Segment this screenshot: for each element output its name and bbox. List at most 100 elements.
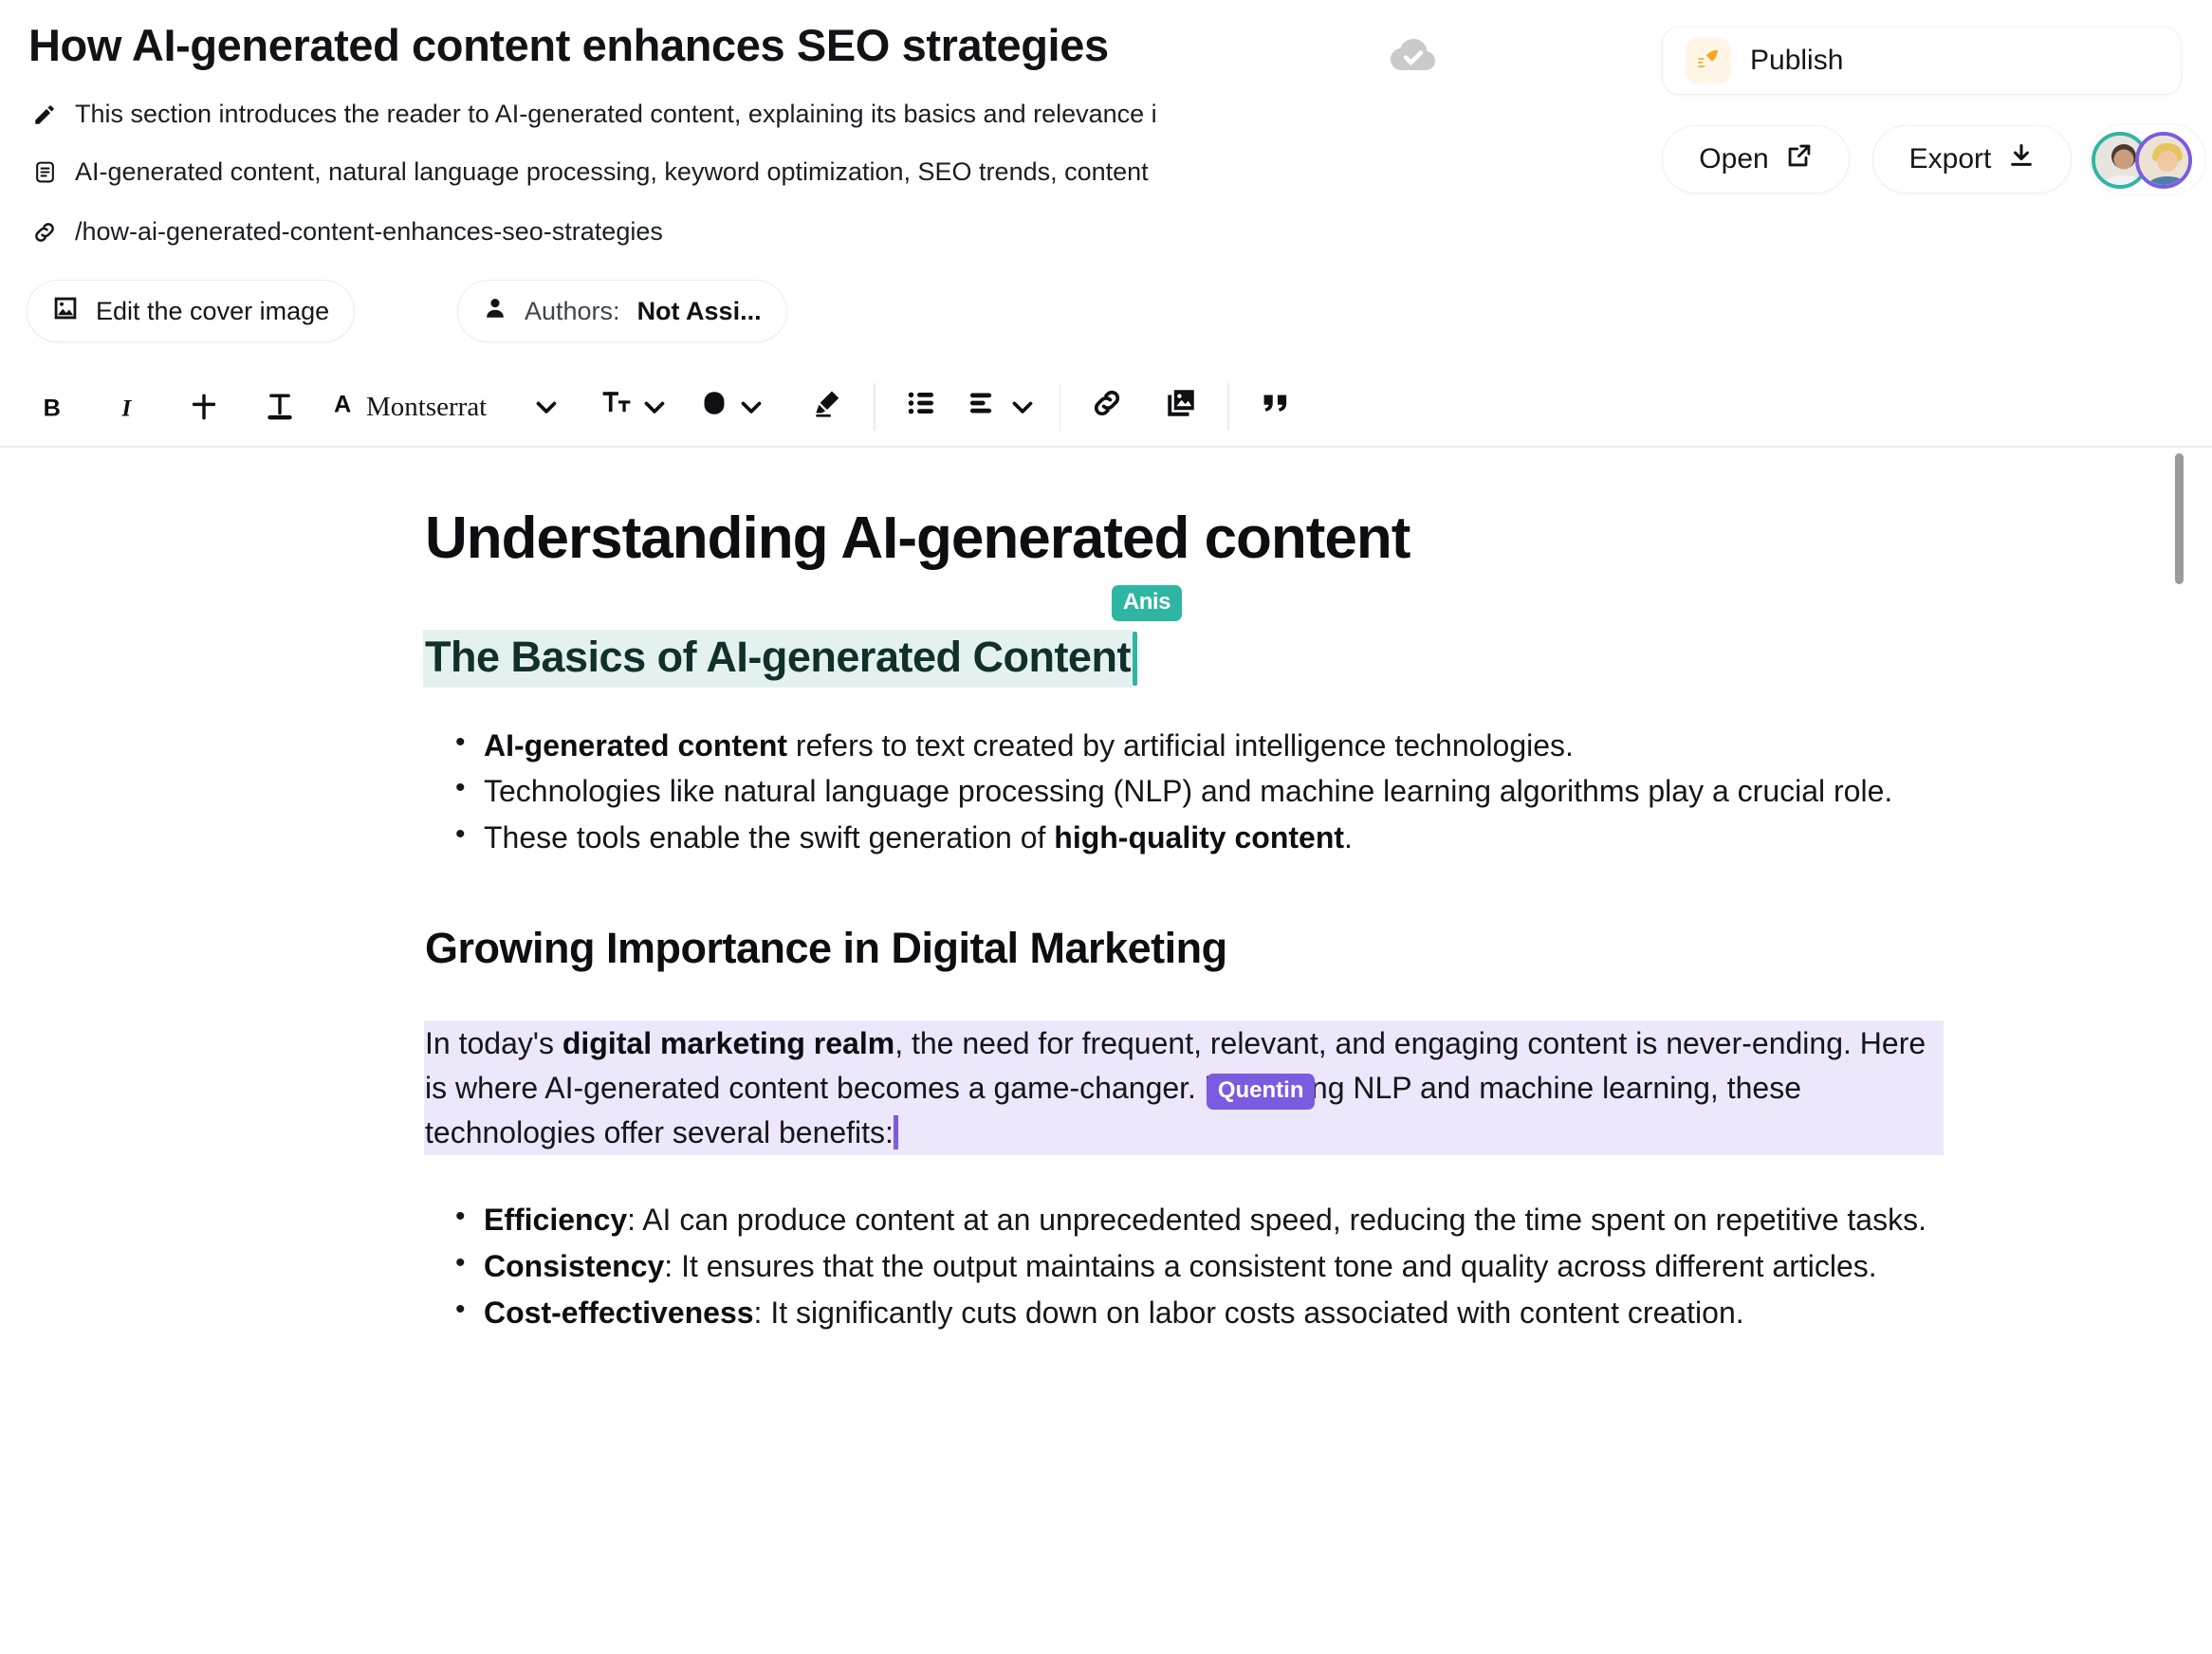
list-item[interactable]: Technologies like natural language proce… [455, 767, 1943, 814]
font-size-button[interactable] [600, 378, 671, 435]
publish-button[interactable]: Publish [1662, 27, 2182, 95]
list-item-bold: Efficiency [484, 1203, 628, 1238]
toolbar-separator [874, 383, 876, 431]
chevron-down-icon [1006, 391, 1039, 423]
bold-button[interactable]: B [27, 378, 78, 435]
chevron-down-icon [530, 391, 562, 423]
export-button[interactable]: Export [1872, 125, 2072, 193]
list-item[interactable]: These tools enable the swift generation … [455, 814, 1943, 860]
collaborator-caret-anis [1132, 632, 1137, 686]
heading-understanding[interactable]: Understanding AI-generated content [425, 505, 1943, 571]
collaborator-caret-quentin [893, 1114, 898, 1149]
meta-keywords-row[interactable]: AI-generated content, natural language p… [30, 157, 1149, 187]
formatting-toolbar: B I A Montserrat [0, 366, 2212, 448]
collaborator-label-quentin: Quentin [1206, 1073, 1316, 1110]
vertical-scrollbar[interactable] [2172, 448, 2185, 1654]
list-item[interactable]: Consistency: It ensures that the output … [455, 1242, 1943, 1289]
document-editor[interactable]: Understanding AI-generated content The B… [0, 448, 2212, 1654]
basics-bullet-list[interactable]: AI-generated content refers to text crea… [425, 722, 1943, 860]
link-icon [30, 218, 59, 247]
paragraph-digital-marketing[interactable]: In today's digital marketing realm, the … [425, 1021, 1943, 1155]
text-color-button[interactable] [699, 378, 767, 435]
user-icon [483, 296, 507, 327]
font-letter-icon: A [330, 388, 360, 426]
list-item-text: refers to text created by artificial int… [787, 727, 1574, 763]
align-left-icon [967, 387, 999, 427]
list-item-text: : It significantly cuts down on labor co… [753, 1295, 1744, 1330]
collaborator-label-anis: Anis [1111, 585, 1182, 622]
authors-value: Not Assi... [636, 296, 762, 325]
scrollbar-thumb[interactable] [2175, 453, 2184, 584]
meta-description-row[interactable]: This section introduces the reader to AI… [30, 100, 1157, 129]
svg-text:A: A [334, 391, 351, 417]
collaborator-avatars[interactable] [2089, 123, 2206, 195]
edit-cover-image-label: Edit the cover image [96, 296, 330, 325]
chevron-down-icon [638, 391, 671, 423]
highlighter-icon [811, 387, 843, 427]
list-item-text: : AI can produce content at an unprecede… [627, 1203, 1926, 1238]
insert-link-button[interactable] [1081, 378, 1133, 435]
color-swatch-icon [699, 388, 729, 426]
text-align-button[interactable] [967, 378, 1039, 435]
list-item-text: Technologies like natural language proce… [484, 774, 1893, 809]
underline-button[interactable] [254, 378, 305, 435]
meta-slug-text: /how-ai-generated-content-enhances-seo-s… [75, 217, 663, 246]
cloud-check-icon [1387, 34, 1438, 74]
chevron-down-icon [735, 391, 767, 423]
toolbar-separator [1227, 383, 1230, 431]
meta-description-text: This section introduces the reader to AI… [75, 100, 1157, 128]
list-item-text: These tools enable the swift generation … [484, 820, 1055, 855]
font-size-icon [600, 387, 633, 427]
list-item[interactable]: Cost-effectiveness: It significantly cut… [455, 1289, 1943, 1335]
italic-button[interactable]: I [102, 378, 154, 435]
image-stack-icon [1165, 387, 1197, 427]
heading-basics[interactable]: The Basics of AI-generated Content Anis [423, 585, 1182, 688]
insert-image-button[interactable] [1155, 378, 1207, 435]
strikethrough-button[interactable] [178, 378, 230, 435]
authors-label: Authors: [525, 296, 620, 325]
svg-text:I: I [120, 395, 132, 421]
toolbar-separator [1059, 383, 1061, 431]
page-title: How AI-generated content enhances SEO st… [28, 20, 1109, 70]
heading-growing-importance[interactable]: Growing Importance in Digital Marketing [425, 924, 1943, 972]
image-icon [52, 295, 79, 328]
avatar[interactable] [2135, 132, 2192, 189]
export-label: Export [1908, 143, 1992, 175]
benefits-bullet-list[interactable]: Efficiency: AI can produce content at an… [425, 1196, 1943, 1335]
open-button[interactable]: Open [1662, 125, 1850, 193]
rocket-icon [1686, 38, 1731, 83]
link-icon [1091, 387, 1123, 427]
svg-text:B: B [44, 395, 61, 421]
pencil-icon [30, 101, 59, 129]
external-link-icon [1786, 142, 1813, 176]
edit-cover-image-button[interactable]: Edit the cover image [27, 280, 356, 342]
document-icon [30, 158, 59, 187]
document-page[interactable]: Understanding AI-generated content The B… [423, 448, 1943, 1336]
paragraph-bold: digital marketing realm [562, 1026, 895, 1061]
document-header: How AI-generated content enhances SEO st… [0, 0, 2212, 368]
open-label: Open [1699, 143, 1769, 175]
list-item[interactable]: Efficiency: AI can produce content at an… [455, 1196, 1943, 1242]
list-item-text: . [1344, 820, 1353, 855]
download-icon [2008, 142, 2035, 176]
blockquote-button[interactable] [1250, 378, 1301, 435]
list-item[interactable]: AI-generated content refers to text crea… [455, 722, 1943, 768]
paragraph-text: In today's [425, 1026, 562, 1061]
list-item-text: : It ensures that the output maintains a… [664, 1249, 1877, 1283]
meta-keywords-text: AI-generated content, natural language p… [75, 157, 1149, 186]
publish-label: Publish [1750, 45, 1844, 76]
highlighter-button[interactable] [802, 378, 853, 435]
list-item-bold: Cost-effectiveness [484, 1295, 754, 1330]
font-family-select[interactable]: A Montserrat [330, 378, 487, 435]
list-item-bold: high-quality content [1054, 820, 1345, 855]
authors-button[interactable]: Authors: Not Assi... [457, 280, 787, 342]
heading-basics-text: The Basics of AI-generated Content [425, 633, 1131, 682]
font-family-chevron[interactable] [521, 378, 572, 435]
bullet-list-button[interactable] [896, 378, 948, 435]
quote-icon [1260, 387, 1292, 427]
list-item-bold: AI-generated content [484, 727, 788, 763]
meta-slug-row[interactable]: /how-ai-generated-content-enhances-seo-s… [30, 217, 663, 247]
list-item-bold: Consistency [484, 1249, 665, 1283]
font-family-value: Montserrat [366, 391, 488, 422]
bullet-list-icon [906, 387, 938, 427]
